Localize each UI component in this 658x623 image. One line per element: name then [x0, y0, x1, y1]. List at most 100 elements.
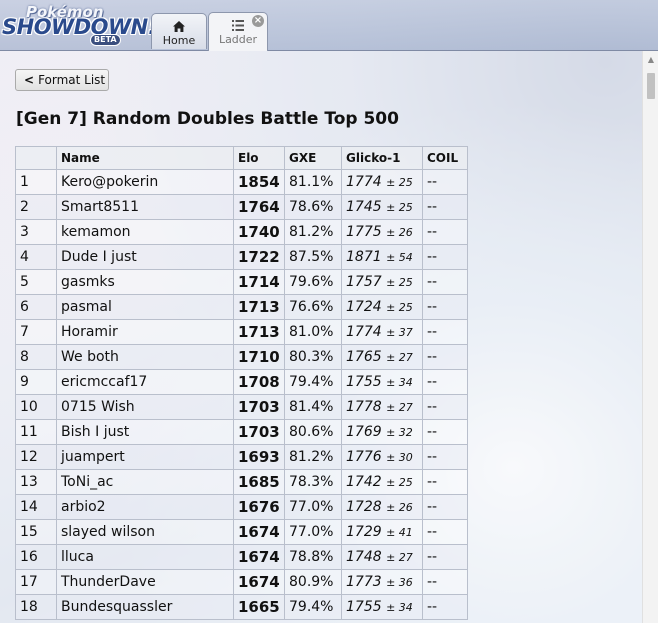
gxe-cell: 78.8% — [284, 544, 342, 570]
rank-cell: 2 — [15, 194, 57, 220]
tab-home[interactable]: Home — [151, 13, 207, 49]
glicko-rating: 1755 — [346, 599, 382, 615]
player-name-link[interactable]: gasmks — [56, 269, 234, 295]
player-name-link[interactable]: kemamon — [56, 219, 234, 245]
glicko-deviation: ± 27 — [386, 351, 413, 364]
glicko-cell: 1748 ± 27 — [341, 544, 423, 570]
rank-cell: 13 — [15, 469, 57, 495]
player-name-link[interactable]: Bish I just — [56, 419, 234, 445]
scroll-up-arrow-icon[interactable]: ▲ — [643, 55, 658, 67]
rank-cell: 10 — [15, 394, 57, 420]
elo-cell: 1685 — [233, 469, 285, 495]
table-row: 6 pasmal 1713 76.6% 1724 ± 25 -- — [15, 294, 468, 320]
player-name-link[interactable]: Horamir — [56, 319, 234, 345]
table-row: 4 Dude I just 1722 87.5% 1871 ± 54 -- — [15, 244, 468, 270]
coil-cell: -- — [422, 294, 468, 320]
showdown-logo[interactable]: Pokémon SHOWDOWN! BETA — [2, 3, 157, 46]
player-name-link[interactable]: slayed wilson — [56, 519, 234, 545]
player-name-link[interactable]: arbio2 — [56, 494, 234, 520]
glicko-rating: 1776 — [346, 449, 382, 465]
format-list-button[interactable]: < Format List — [15, 69, 109, 91]
player-name-link[interactable]: We both — [56, 344, 234, 370]
gxe-cell: 81.1% — [284, 169, 342, 195]
coil-cell: -- — [422, 569, 468, 595]
table-header-row: Name Elo GXE Glicko-1 COIL — [15, 146, 468, 170]
player-name-link[interactable]: ToNi_ac — [56, 469, 234, 495]
glicko-deviation: ± 32 — [386, 426, 413, 439]
gxe-cell: 87.5% — [284, 244, 342, 270]
glicko-cell: 1774 ± 25 — [341, 169, 423, 195]
gxe-cell: 80.9% — [284, 569, 342, 595]
gxe-cell: 78.6% — [284, 194, 342, 220]
coil-cell: -- — [422, 444, 468, 470]
table-row: 2 Smart8511 1764 78.6% 1745 ± 25 -- — [15, 194, 468, 220]
table-row: 12 juampert 1693 81.2% 1776 ± 30 -- — [15, 444, 468, 470]
rank-cell: 8 — [15, 344, 57, 370]
glicko-deviation: ± 25 — [386, 201, 413, 214]
rank-cell: 11 — [15, 419, 57, 445]
col-coil-header: COIL — [422, 146, 468, 170]
rank-cell: 17 — [15, 569, 57, 595]
elo-cell: 1665 — [233, 594, 285, 620]
glicko-cell: 1742 ± 25 — [341, 469, 423, 495]
glicko-deviation: ± 37 — [386, 326, 413, 339]
glicko-rating: 1755 — [346, 374, 382, 390]
ladder-table: Name Elo GXE Glicko-1 COIL 1 Kero@pokerin… — [15, 146, 468, 620]
glicko-cell: 1728 ± 26 — [341, 494, 423, 520]
table-row: 15 slayed wilson 1674 77.0% 1729 ± 41 -- — [15, 519, 468, 545]
player-name-link[interactable]: lluca — [56, 544, 234, 570]
glicko-cell: 1774 ± 37 — [341, 319, 423, 345]
rank-cell: 6 — [15, 294, 57, 320]
glicko-cell: 1775 ± 26 — [341, 219, 423, 245]
coil-cell: -- — [422, 419, 468, 445]
tab-ladder-label: Ladder — [218, 33, 258, 46]
page-title: [Gen 7] Random Doubles Battle Top 500 — [16, 109, 399, 129]
col-name-header: Name — [56, 146, 234, 170]
player-name-link[interactable]: Smart8511 — [56, 194, 234, 220]
glicko-deviation: ± 54 — [386, 251, 413, 264]
glicko-deviation: ± 26 — [386, 226, 413, 239]
coil-cell: -- — [422, 594, 468, 620]
glicko-rating: 1769 — [346, 424, 382, 440]
glicko-cell: 1765 ± 27 — [341, 344, 423, 370]
elo-cell: 1676 — [233, 494, 285, 520]
table-row: 1 Kero@pokerin 1854 81.1% 1774 ± 25 -- — [15, 169, 468, 195]
table-row: 16 lluca 1674 78.8% 1748 ± 27 -- — [15, 544, 468, 570]
glicko-rating: 1724 — [346, 299, 382, 315]
glicko-cell: 1778 ± 27 — [341, 394, 423, 420]
rank-cell: 3 — [15, 219, 57, 245]
glicko-rating: 1765 — [346, 349, 382, 365]
table-row: 13 ToNi_ac 1685 78.3% 1742 ± 25 -- — [15, 469, 468, 495]
gxe-cell: 80.6% — [284, 419, 342, 445]
tab-home-label: Home — [162, 34, 196, 47]
glicko-deviation: ± 25 — [386, 301, 413, 314]
col-rank-header — [15, 146, 57, 170]
scroll-thumb[interactable] — [647, 73, 655, 99]
player-name-link[interactable]: ThunderDave — [56, 569, 234, 595]
vertical-scrollbar[interactable]: ▲ — [642, 51, 658, 623]
elo-cell: 1708 — [233, 369, 285, 395]
player-name-link[interactable]: Bundesquassler — [56, 594, 234, 620]
player-name-link[interactable]: ericmccaf17 — [56, 369, 234, 395]
coil-cell: -- — [422, 494, 468, 520]
glicko-cell: 1773 ± 36 — [341, 569, 423, 595]
glicko-cell: 1769 ± 32 — [341, 419, 423, 445]
player-name-link[interactable]: juampert — [56, 444, 234, 470]
player-name-link[interactable]: 0715 Wish — [56, 394, 234, 420]
gxe-cell: 81.2% — [284, 444, 342, 470]
close-icon[interactable]: × — [252, 15, 264, 27]
coil-cell: -- — [422, 369, 468, 395]
ladder-content: < Format List [Gen 7] Random Doubles Batt… — [0, 51, 642, 623]
elo-cell: 1713 — [233, 294, 285, 320]
elo-cell: 1713 — [233, 319, 285, 345]
glicko-cell: 1757 ± 25 — [341, 269, 423, 295]
rank-cell: 12 — [15, 444, 57, 470]
player-name-link[interactable]: Kero@pokerin — [56, 169, 234, 195]
player-name-link[interactable]: pasmal — [56, 294, 234, 320]
glicko-deviation: ± 41 — [386, 526, 413, 539]
tab-ladder[interactable]: Ladder × — [208, 12, 268, 51]
player-name-link[interactable]: Dude I just — [56, 244, 234, 270]
elo-cell: 1674 — [233, 519, 285, 545]
gxe-cell: 77.0% — [284, 519, 342, 545]
gxe-cell: 79.4% — [284, 594, 342, 620]
